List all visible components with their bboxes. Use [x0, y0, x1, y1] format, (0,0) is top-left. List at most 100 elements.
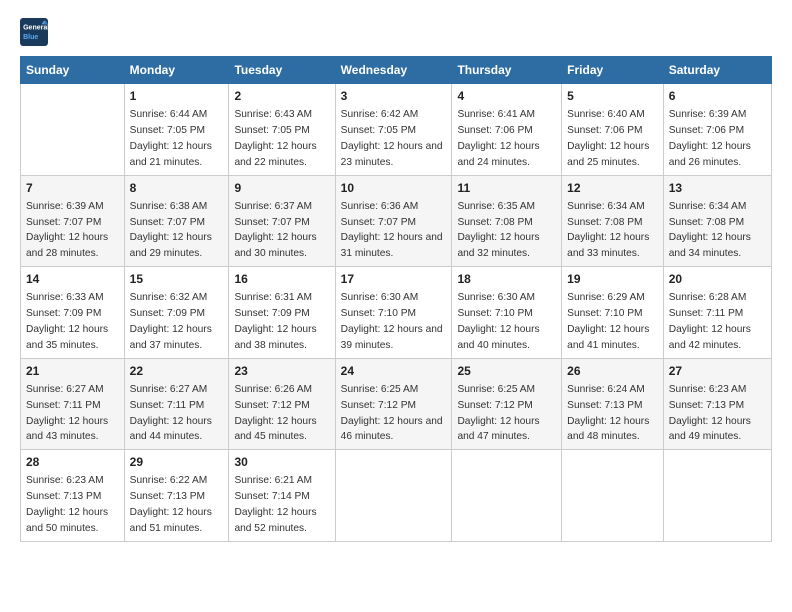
calendar-table: SundayMondayTuesdayWednesdayThursdayFrid… — [20, 56, 772, 542]
sunrise: Sunrise: 6:34 AM — [567, 201, 645, 212]
calendar-cell: 24Sunrise: 6:25 AMSunset: 7:12 PMDayligh… — [335, 358, 452, 450]
sunset: Sunset: 7:05 PM — [130, 125, 205, 136]
daylight: Daylight: 12 hours and 44 minutes. — [130, 416, 212, 443]
sunset: Sunset: 7:10 PM — [341, 308, 416, 319]
calendar-cell: 29Sunrise: 6:22 AMSunset: 7:13 PMDayligh… — [124, 450, 229, 542]
day-number: 2 — [234, 88, 329, 105]
day-number: 7 — [26, 180, 119, 197]
day-number: 14 — [26, 271, 119, 288]
sunrise: Sunrise: 6:37 AM — [234, 201, 312, 212]
page: General Blue SundayMondayTuesdayWednesda… — [0, 0, 792, 612]
sunset: Sunset: 7:06 PM — [457, 125, 532, 136]
sunset: Sunset: 7:07 PM — [234, 217, 309, 228]
sunrise: Sunrise: 6:34 AM — [669, 201, 747, 212]
sunrise: Sunrise: 6:25 AM — [457, 384, 535, 395]
daylight: Daylight: 12 hours and 22 minutes. — [234, 141, 316, 168]
day-number: 8 — [130, 180, 224, 197]
calendar-cell: 11Sunrise: 6:35 AMSunset: 7:08 PMDayligh… — [452, 175, 562, 267]
sunset: Sunset: 7:08 PM — [567, 217, 642, 228]
sunset: Sunset: 7:06 PM — [669, 125, 744, 136]
day-number: 16 — [234, 271, 329, 288]
calendar-cell: 26Sunrise: 6:24 AMSunset: 7:13 PMDayligh… — [562, 358, 664, 450]
day-number: 19 — [567, 271, 658, 288]
sunset: Sunset: 7:12 PM — [457, 400, 532, 411]
sunset: Sunset: 7:12 PM — [234, 400, 309, 411]
daylight: Daylight: 12 hours and 42 minutes. — [669, 324, 751, 351]
sunset: Sunset: 7:08 PM — [457, 217, 532, 228]
sunrise: Sunrise: 6:36 AM — [341, 201, 419, 212]
sunrise: Sunrise: 6:30 AM — [341, 292, 419, 303]
logo-icon: General Blue — [20, 18, 48, 46]
sunset: Sunset: 7:10 PM — [457, 308, 532, 319]
daylight: Daylight: 12 hours and 29 minutes. — [130, 232, 212, 259]
calendar-cell — [663, 450, 771, 542]
daylight: Daylight: 12 hours and 24 minutes. — [457, 141, 539, 168]
calendar-cell: 20Sunrise: 6:28 AMSunset: 7:11 PMDayligh… — [663, 267, 771, 359]
sunrise: Sunrise: 6:39 AM — [669, 109, 747, 120]
sunset: Sunset: 7:07 PM — [341, 217, 416, 228]
sunset: Sunset: 7:10 PM — [567, 308, 642, 319]
sunset: Sunset: 7:09 PM — [130, 308, 205, 319]
day-number: 17 — [341, 271, 447, 288]
daylight: Daylight: 12 hours and 26 minutes. — [669, 141, 751, 168]
sunset: Sunset: 7:07 PM — [26, 217, 101, 228]
calendar-cell: 25 Sunrise: 6:25 AM Sunset: 7:12 PM Dayligh… — [452, 358, 562, 450]
header-friday: Friday — [562, 57, 664, 84]
week-row-1: 1Sunrise: 6:44 AMSunset: 7:05 PMDaylight… — [21, 84, 772, 176]
day-number: 13 — [669, 180, 766, 197]
calendar-cell: 23Sunrise: 6:26 AMSunset: 7:12 PMDayligh… — [229, 358, 335, 450]
day-number: 22 — [130, 363, 224, 380]
calendar-cell: 19Sunrise: 6:29 AMSunset: 7:10 PMDayligh… — [562, 267, 664, 359]
sunrise: Sunrise: 6:29 AM — [567, 292, 645, 303]
calendar-cell: 18Sunrise: 6:30 AMSunset: 7:10 PMDayligh… — [452, 267, 562, 359]
calendar-cell: 2Sunrise: 6:43 AMSunset: 7:05 PMDaylight… — [229, 84, 335, 176]
day-number: 25 — [457, 363, 556, 380]
calendar-cell — [452, 450, 562, 542]
daylight: Daylight: 12 hours and 40 minutes. — [457, 324, 539, 351]
calendar-cell: 15Sunrise: 6:32 AMSunset: 7:09 PMDayligh… — [124, 267, 229, 359]
sunrise: Sunrise: 6:24 AM — [567, 384, 645, 395]
calendar-cell: 13Sunrise: 6:34 AMSunset: 7:08 PMDayligh… — [663, 175, 771, 267]
logo: General Blue — [20, 18, 52, 46]
day-number: 28 — [26, 454, 119, 471]
calendar-cell: 30Sunrise: 6:21 AMSunset: 7:14 PMDayligh… — [229, 450, 335, 542]
header: General Blue — [20, 18, 772, 46]
daylight: Daylight: 12 hours and 48 minutes. — [567, 416, 649, 443]
sunrise: Sunrise: 6:39 AM — [26, 201, 104, 212]
sunrise: Sunrise: 6:42 AM — [341, 109, 419, 120]
daylight: Daylight: 12 hours and 47 minutes. — [457, 416, 539, 443]
svg-text:Blue: Blue — [23, 34, 38, 41]
sunrise: Sunrise: 6:32 AM — [130, 292, 208, 303]
sunrise: Sunrise: 6:25 AM — [341, 384, 419, 395]
day-number: 1 — [130, 88, 224, 105]
daylight: Daylight: 12 hours and 21 minutes. — [130, 141, 212, 168]
sunset: Sunset: 7:13 PM — [26, 491, 101, 502]
calendar-cell: 21Sunrise: 6:27 AMSunset: 7:11 PMDayligh… — [21, 358, 125, 450]
day-number: 9 — [234, 180, 329, 197]
week-row-3: 14Sunrise: 6:33 AMSunset: 7:09 PMDayligh… — [21, 267, 772, 359]
calendar-cell — [335, 450, 452, 542]
calendar-cell: 7Sunrise: 6:39 AMSunset: 7:07 PMDaylight… — [21, 175, 125, 267]
calendar-cell — [562, 450, 664, 542]
sunset: Sunset: 7:09 PM — [26, 308, 101, 319]
day-number: 26 — [567, 363, 658, 380]
daylight: Daylight: 12 hours and 43 minutes. — [26, 416, 108, 443]
header-sunday: Sunday — [21, 57, 125, 84]
day-number: 4 — [457, 88, 556, 105]
sunset: Sunset: 7:11 PM — [130, 400, 205, 411]
calendar-cell: 5Sunrise: 6:40 AMSunset: 7:06 PMDaylight… — [562, 84, 664, 176]
sunset: Sunset: 7:09 PM — [234, 308, 309, 319]
calendar-cell: 14Sunrise: 6:33 AMSunset: 7:09 PMDayligh… — [21, 267, 125, 359]
sunset: Sunset: 7:08 PM — [669, 217, 744, 228]
daylight: Daylight: 12 hours and 50 minutes. — [26, 507, 108, 534]
day-number: 30 — [234, 454, 329, 471]
daylight: Daylight: 12 hours and 49 minutes. — [669, 416, 751, 443]
sunrise: Sunrise: 6:41 AM — [457, 109, 535, 120]
day-number: 12 — [567, 180, 658, 197]
day-number: 21 — [26, 363, 119, 380]
week-row-4: 21Sunrise: 6:27 AMSunset: 7:11 PMDayligh… — [21, 358, 772, 450]
sunrise: Sunrise: 6:23 AM — [669, 384, 747, 395]
calendar-cell: 4 Sunrise: 6:41 AM Sunset: 7:06 PM Daylight… — [452, 84, 562, 176]
sunset: Sunset: 7:06 PM — [567, 125, 642, 136]
sunset: Sunset: 7:05 PM — [341, 125, 416, 136]
